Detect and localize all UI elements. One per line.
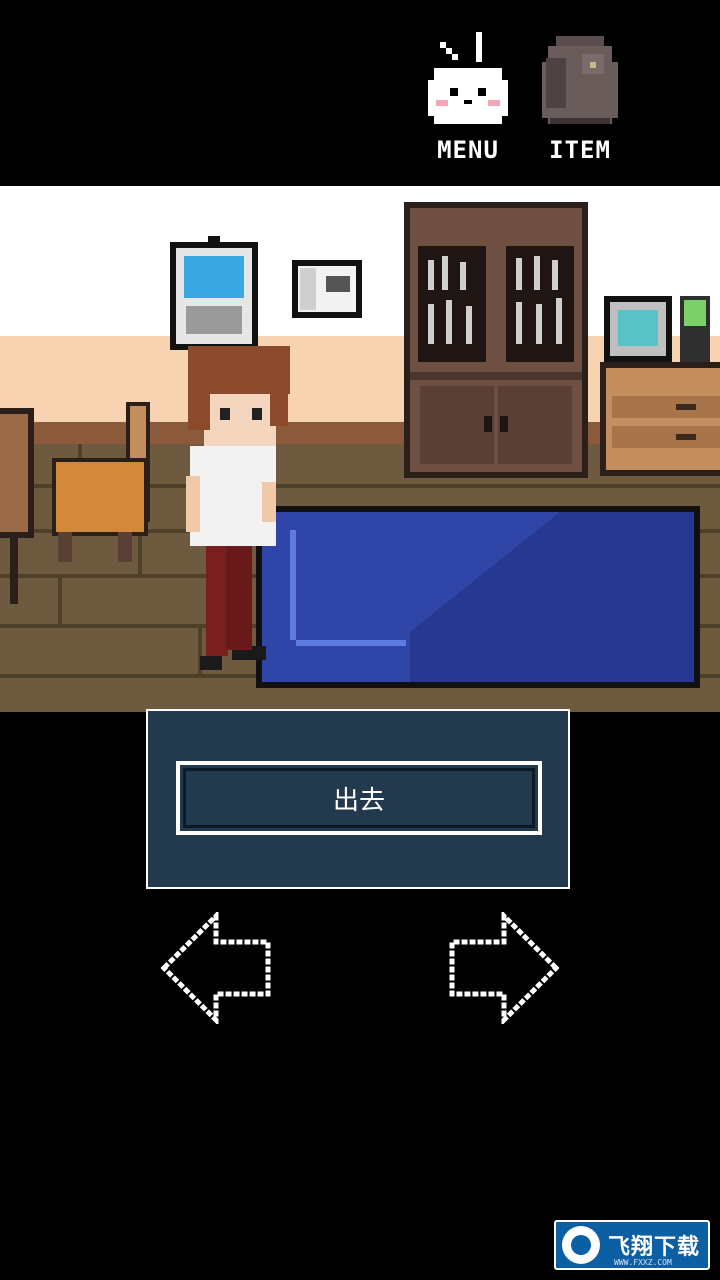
wall-phone[interactable]: [292, 260, 362, 318]
dresser-with-tv[interactable]: [600, 296, 720, 476]
left-arrow-button[interactable]: [160, 909, 272, 1027]
top-hud-bar: MENU ITEM: [0, 0, 720, 186]
intercom-panel[interactable]: [170, 236, 258, 350]
blue-rug[interactable]: [256, 506, 700, 688]
cabinet[interactable]: [404, 202, 588, 478]
menu-label: MENU: [437, 136, 499, 164]
menu-button[interactable]: MENU: [420, 28, 516, 168]
watermark-subtext: WWW.FXXZ.COM: [614, 1258, 672, 1267]
item-button[interactable]: ITEM: [532, 28, 628, 168]
left-arrow-icon: [160, 909, 271, 1027]
watermark-icon: [562, 1226, 600, 1264]
watermark-text: 飞翔下载: [608, 1235, 701, 1260]
watermark-logo: 飞翔下载 WWW.FXXZ.COM: [554, 1220, 710, 1270]
bag-icon: [542, 36, 618, 124]
right-arrow-icon: [449, 909, 560, 1027]
item-label: ITEM: [549, 136, 611, 164]
go-out-choice-button[interactable]: 出去: [176, 761, 542, 835]
bunny-icon: [428, 32, 508, 124]
choice-dialog: 出去: [146, 709, 570, 889]
game-scene[interactable]: [0, 186, 720, 712]
right-arrow-button[interactable]: [448, 909, 560, 1027]
